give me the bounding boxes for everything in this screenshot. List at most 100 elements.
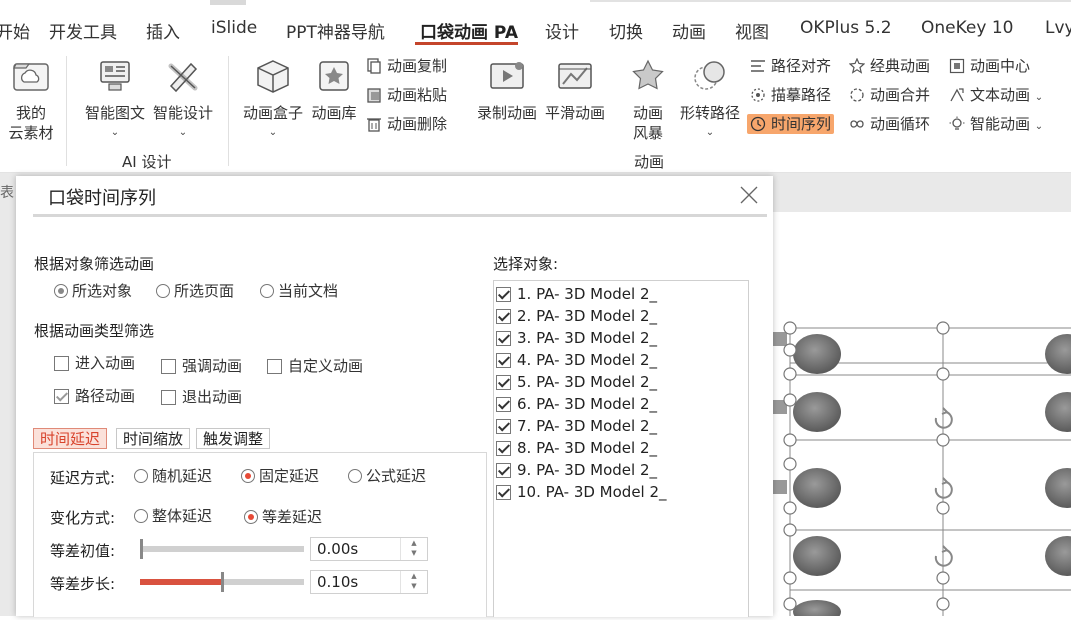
- animation-paste-button[interactable]: 动画粘贴: [366, 85, 447, 105]
- path-align-button[interactable]: 路径对齐: [750, 56, 831, 76]
- tab-home[interactable]: 开始: [0, 18, 30, 43]
- change-mode-label: 变化方式:: [50, 509, 116, 527]
- checkbox-indicator[interactable]: [496, 375, 511, 390]
- list-item[interactable]: 5. PA- 3D Model 2_: [496, 373, 657, 391]
- spin-arrows-icon[interactable]: ▲ ▼: [400, 538, 427, 560]
- list-item-label: 9. PA- 3D Model 2_: [517, 461, 657, 479]
- classic-animation-button[interactable]: 经典动画: [849, 56, 930, 76]
- tab-design[interactable]: 设计: [545, 18, 579, 43]
- list-item[interactable]: 8. PA- 3D Model 2_: [496, 439, 657, 457]
- checkbox-entrance[interactable]: 进入动画: [54, 352, 135, 373]
- slider-thumb[interactable]: [221, 572, 224, 592]
- cube-icon: [257, 60, 289, 93]
- checkbox-emphasis[interactable]: 强调动画: [161, 355, 242, 376]
- list-item[interactable]: 6. PA- 3D Model 2_: [496, 395, 657, 413]
- smart-graphic-button[interactable]: 智能图文 ⌄: [80, 58, 150, 143]
- radio-arithmetic-delay[interactable]: 等差延迟: [244, 506, 322, 527]
- initial-value-spinbox[interactable]: 0.00s ▲ ▼: [310, 537, 428, 561]
- tab-trigger-adjust[interactable]: 触发调整: [196, 428, 271, 449]
- my-cloud-button[interactable]: 我的 云素材: [6, 58, 56, 143]
- animation-box-button[interactable]: 动画盒子 ⌄: [238, 58, 308, 143]
- checkbox-indicator[interactable]: [496, 441, 511, 456]
- checkbox-indicator[interactable]: [496, 419, 511, 434]
- tab-onekey[interactable]: OneKey 10: [921, 18, 1013, 38]
- checkbox-exit[interactable]: 退出动画: [161, 386, 242, 407]
- tab-animations[interactable]: 动画: [672, 18, 706, 43]
- text-animation-button[interactable]: 文本动画 ⌄: [949, 85, 1043, 108]
- trace-path-button[interactable]: 描摹路径: [750, 85, 831, 105]
- time-sequence-button[interactable]: 时间序列: [747, 114, 835, 134]
- list-item[interactable]: 1. PA- 3D Model 2_: [496, 285, 657, 303]
- checkbox-indicator[interactable]: [496, 353, 511, 368]
- list-item[interactable]: 7. PA- 3D Model 2_: [496, 417, 657, 435]
- radio-random-delay[interactable]: 随机延迟: [134, 465, 212, 486]
- checkbox-indicator[interactable]: [496, 463, 511, 478]
- animation-box-label: 动画盒子: [242, 104, 303, 122]
- initial-value-slider[interactable]: [140, 539, 304, 559]
- radio-selected-objects[interactable]: 所选对象: [54, 280, 132, 301]
- trace-path-label: 描摹路径: [771, 86, 832, 104]
- radio-whole-delay[interactable]: 整体延迟: [134, 505, 212, 526]
- step-slider[interactable]: [140, 572, 304, 592]
- animation-merge-button[interactable]: 动画合并: [849, 85, 930, 105]
- pencil-ruler-icon: [168, 62, 198, 93]
- animation-loop-button[interactable]: 动画循环: [849, 114, 930, 134]
- chevron-down-icon: ⌄: [268, 127, 278, 138]
- tab-developer[interactable]: 开发工具: [49, 18, 117, 43]
- list-item-label: 7. PA- 3D Model 2_: [517, 417, 657, 435]
- list-item[interactable]: 10. PA- 3D Model 2_: [496, 483, 667, 501]
- checkbox-indicator[interactable]: [496, 485, 511, 500]
- animation-copy-button[interactable]: 动画复制: [366, 56, 447, 76]
- checkbox-label: 进入动画: [75, 354, 136, 372]
- radio-formula-delay[interactable]: 公式延迟: [348, 465, 426, 486]
- tab-ppt-nav[interactable]: PPT神器导航: [286, 18, 385, 43]
- tab-view[interactable]: 视图: [735, 18, 769, 43]
- record-film-icon: [490, 62, 524, 89]
- tab-transitions[interactable]: 切换: [609, 18, 643, 43]
- record-animation-button[interactable]: 录制动画: [474, 58, 540, 123]
- checkbox-indicator[interactable]: [496, 331, 511, 346]
- animation-loop-label: 动画循环: [870, 115, 931, 133]
- tab-time-scale[interactable]: 时间缩放: [116, 428, 191, 449]
- list-item[interactable]: 2. PA- 3D Model 2_: [496, 307, 657, 325]
- radio-selected-pages[interactable]: 所选页面: [156, 280, 234, 301]
- smooth-animation-button[interactable]: 平滑动画: [542, 58, 608, 123]
- spin-arrows-icon[interactable]: ▲ ▼: [400, 571, 427, 593]
- object-list: 1. PA- 3D Model 2_ 2. PA- 3D Model 2_ 3.…: [493, 280, 749, 617]
- slide-canvas[interactable]: [773, 212, 1071, 620]
- checkbox-indicator: [161, 390, 176, 405]
- slider-fill: [140, 579, 222, 585]
- animation-delete-button[interactable]: 动画删除: [366, 114, 447, 134]
- smart-design-button[interactable]: 智能设计 ⌄: [150, 58, 216, 143]
- tab-islide[interactable]: iSlide: [211, 18, 257, 38]
- tab-okplus[interactable]: OKPlus 5.2: [800, 18, 892, 38]
- checkbox-indicator[interactable]: [496, 287, 511, 302]
- checkbox-custom[interactable]: 自定义动画: [267, 355, 363, 376]
- animation-center-button[interactable]: 动画中心: [949, 56, 1030, 76]
- slider-thumb[interactable]: [140, 539, 143, 559]
- left-panel-stub: 表: [0, 185, 14, 201]
- checkbox-indicator[interactable]: [496, 397, 511, 412]
- radio-fixed-delay[interactable]: 固定延迟: [241, 465, 319, 486]
- list-item[interactable]: 9. PA- 3D Model 2_: [496, 461, 657, 479]
- close-icon[interactable]: [738, 184, 760, 206]
- checkbox-indicator: [54, 389, 69, 404]
- animation-storm-button[interactable]: 动画 风暴: [624, 58, 672, 143]
- time-sequence-label: 时间序列: [771, 115, 832, 133]
- step-spinbox[interactable]: 0.10s ▲ ▼: [310, 570, 428, 594]
- list-item[interactable]: 3. PA- 3D Model 2_: [496, 329, 657, 347]
- list-item-label: 8. PA- 3D Model 2_: [517, 439, 657, 457]
- list-item[interactable]: 4. PA- 3D Model 2_: [496, 351, 657, 369]
- smart-animation-button[interactable]: 智能动画 ⌄: [949, 114, 1043, 137]
- clock-icon: [750, 116, 766, 132]
- animation-paste-label: 动画粘贴: [387, 86, 448, 104]
- radio-current-document[interactable]: 当前文档: [260, 280, 338, 301]
- animation-library-button[interactable]: 动画库: [308, 58, 360, 123]
- checkbox-indicator[interactable]: [496, 309, 511, 324]
- morph-path-button[interactable]: 形转路径 ⌄: [676, 58, 744, 143]
- tab-insert[interactable]: 插入: [146, 18, 180, 43]
- checkbox-path[interactable]: 路径动画: [54, 385, 135, 406]
- tab-lvy[interactable]: Lvy: [1045, 18, 1071, 38]
- tab-pocket-animation[interactable]: 口袋动画 PA: [420, 18, 518, 43]
- tab-time-delay[interactable]: 时间延迟: [33, 428, 108, 449]
